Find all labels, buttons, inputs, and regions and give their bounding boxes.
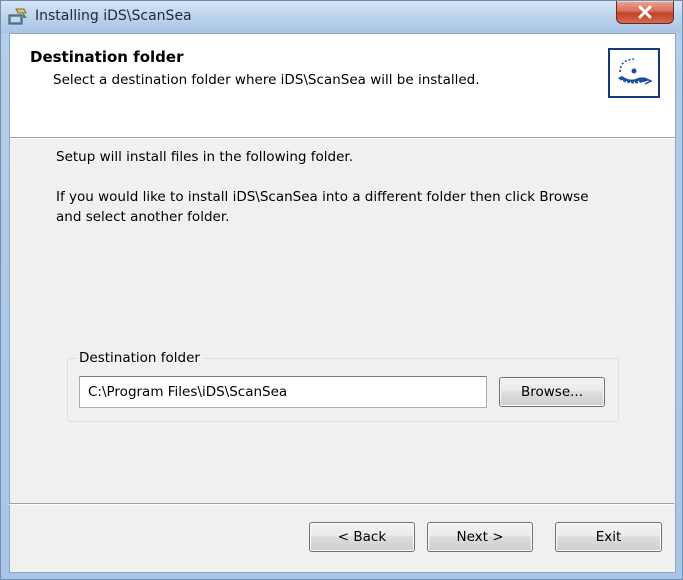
installer-icon — [8, 8, 28, 26]
destination-path-field[interactable] — [79, 376, 487, 408]
wizard-client-area: Destination folder Select a destination … — [9, 33, 676, 573]
close-icon — [638, 5, 652, 19]
footer-divider — [9, 503, 674, 505]
title-bar[interactable]: Installing iDS\ScanSea — [1, 1, 682, 33]
destination-group-label: Destination folder — [76, 350, 203, 366]
exit-button[interactable]: Exit — [555, 522, 662, 552]
install-info-text: Setup will install files in the followin… — [56, 149, 354, 165]
back-button[interactable]: < Back — [309, 522, 415, 552]
browse-button[interactable]: Browse... — [499, 377, 605, 407]
close-button[interactable] — [616, 1, 674, 24]
page-description: Select a destination folder where iDS\Sc… — [53, 72, 480, 88]
page-title: Destination folder — [30, 48, 184, 66]
window-title: Installing iDS\ScanSea — [35, 8, 192, 24]
change-folder-hint: If you would like to install iDS\ScanSea… — [56, 189, 589, 225]
installer-window: Installing iDS\ScanSea Destination folde… — [0, 0, 683, 580]
scansea-logo-icon — [618, 58, 653, 86]
wizard-header: Destination folder Select a destination … — [10, 34, 675, 138]
scansea-logo — [608, 48, 660, 98]
next-button[interactable]: Next > — [427, 522, 533, 552]
